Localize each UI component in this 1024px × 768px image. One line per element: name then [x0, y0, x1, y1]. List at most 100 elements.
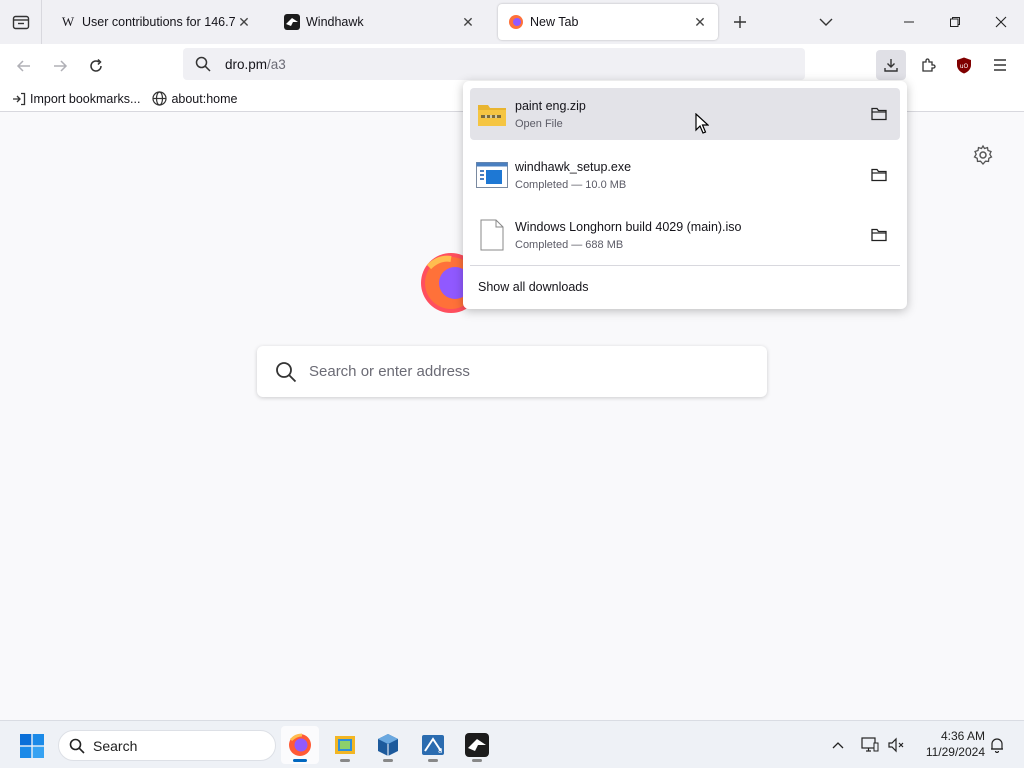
address-bar[interactable]: dro.pm/a3 [183, 48, 805, 80]
forward-button[interactable] [46, 52, 74, 80]
app-8-icon: 8 [422, 735, 444, 755]
download-info: windhawk_setup.exe Completed — 10.0 MB [515, 160, 868, 191]
tab-title: User contributions for 146.70.18 [82, 15, 236, 29]
close-window-button[interactable] [978, 0, 1024, 44]
download-item-longhorn-iso[interactable]: Windows Longhorn build 4029 (main).iso C… [470, 209, 900, 261]
ublock-origin-button[interactable]: uO [949, 50, 979, 80]
downloads-panel: paint eng.zip Open File windhawk_setup.e… [463, 81, 907, 309]
network-icon [861, 737, 879, 752]
close-icon[interactable]: ✕ [692, 14, 708, 30]
search-icon [69, 738, 85, 754]
bookmark-import[interactable]: Import bookmarks... [12, 92, 140, 106]
tab-new-tab[interactable]: New Tab ✕ [498, 4, 718, 40]
wikipedia-icon: W [61, 14, 75, 29]
tab-strip: W User contributions for 146.70.18 ✕ Win… [0, 0, 1024, 44]
firefox-icon [289, 733, 311, 756]
chevron-up-icon [832, 742, 844, 749]
running-indicator [472, 759, 482, 762]
tab-user-contributions[interactable]: W User contributions for 146.70.18 ✕ [50, 4, 262, 40]
running-indicator [293, 759, 307, 762]
navigation-toolbar: dro.pm/a3 uO [0, 44, 1024, 86]
taskbar-firefox[interactable] [281, 726, 319, 764]
reload-icon [90, 58, 102, 72]
taskbar-search-label: Search [93, 737, 138, 754]
svg-text:8: 8 [438, 747, 442, 755]
restore-button[interactable] [932, 0, 978, 44]
bookmark-about-home[interactable]: about:home [152, 91, 237, 106]
download-icon [884, 59, 898, 72]
close-icon[interactable]: ✕ [460, 14, 476, 30]
ublock-shield-icon: uO [957, 57, 971, 73]
show-hidden-icons-button[interactable] [826, 733, 850, 757]
minimize-button[interactable] [886, 0, 932, 44]
import-icon [13, 92, 26, 105]
app-menu-button[interactable] [985, 50, 1015, 80]
search-icon [195, 56, 211, 72]
chevron-down-icon [819, 18, 833, 26]
close-icon [995, 16, 1007, 28]
show-in-folder-button[interactable] [868, 164, 890, 186]
back-arrow-icon [16, 60, 30, 72]
taskbar-app-8[interactable]: 8 [414, 726, 452, 764]
running-indicator [383, 759, 393, 762]
zip-folder-icon [474, 98, 510, 130]
taskbar-search-box[interactable]: Search [58, 730, 276, 761]
exe-icon [474, 159, 510, 191]
volume-button[interactable] [884, 733, 908, 757]
show-all-downloads-button[interactable]: Show all downloads [478, 280, 589, 294]
bookmark-label: Import bookmarks... [30, 91, 141, 106]
firefox-view-button[interactable] [0, 0, 42, 44]
speaker-muted-icon [888, 737, 904, 753]
file-icon [474, 219, 510, 251]
running-indicator [340, 759, 350, 762]
clock-time: 4:36 AM [940, 729, 985, 743]
search-icon [276, 361, 297, 382]
folder-app-icon [335, 736, 355, 754]
show-in-folder-button[interactable] [868, 103, 890, 125]
bell-icon [991, 738, 1003, 753]
bookmark-label: about:home [171, 91, 238, 106]
tab-windhawk[interactable]: Windhawk ✕ [274, 4, 486, 40]
new-tab-search-box[interactable]: Search or enter address [257, 346, 767, 397]
taskbar-clock[interactable]: 4:36 AM 11/29/2024 [915, 728, 985, 760]
windhawk-icon [284, 14, 300, 30]
restore-icon [950, 17, 960, 27]
plus-icon [734, 16, 746, 28]
download-status: Completed — 10.0 MB [515, 178, 627, 191]
network-status-button[interactable] [858, 733, 882, 757]
new-tab-button[interactable] [728, 10, 752, 34]
firefox-logo-icon [419, 253, 469, 313]
globe-icon [152, 91, 168, 106]
firefox-icon [509, 15, 523, 29]
windhawk-icon [465, 733, 489, 757]
windows-taskbar: Search 8 4:36 AM 11/29/2024 [0, 720, 1024, 768]
taskbar-virtualbox[interactable] [369, 726, 407, 764]
back-button[interactable] [10, 52, 38, 80]
folder-icon [871, 107, 887, 121]
url-path: /a3 [267, 56, 286, 72]
download-filename: Windows Longhorn build 4029 (main).iso [515, 219, 742, 234]
hamburger-menu-icon [994, 59, 1006, 71]
url-host: dro.pm [225, 56, 268, 72]
extensions-button[interactable] [913, 50, 943, 80]
list-all-tabs-button[interactable] [814, 10, 838, 34]
show-in-folder-button[interactable] [868, 224, 890, 246]
reload-button[interactable] [82, 52, 110, 80]
windows-start-icon[interactable] [20, 734, 44, 758]
folder-icon [871, 228, 887, 242]
taskbar-file-manager[interactable] [326, 726, 364, 764]
close-icon[interactable]: ✕ [236, 14, 252, 30]
taskbar-windhawk[interactable] [458, 726, 496, 764]
download-item-windhawk-setup[interactable]: windhawk_setup.exe Completed — 10.0 MB [470, 149, 900, 201]
clock-date: 11/29/2024 [925, 745, 985, 759]
svg-text:uO: uO [960, 63, 969, 70]
downloads-button[interactable] [876, 50, 906, 80]
firefox-view-icon [12, 15, 29, 30]
gear-icon[interactable] [972, 144, 994, 166]
tab-title: Windhawk [306, 15, 364, 29]
download-info: paint eng.zip Open File [515, 99, 868, 130]
running-indicator [428, 759, 438, 762]
notifications-button[interactable] [985, 733, 1009, 757]
minimize-icon [904, 21, 914, 23]
download-item-paint-eng-zip[interactable]: paint eng.zip Open File [470, 88, 900, 140]
